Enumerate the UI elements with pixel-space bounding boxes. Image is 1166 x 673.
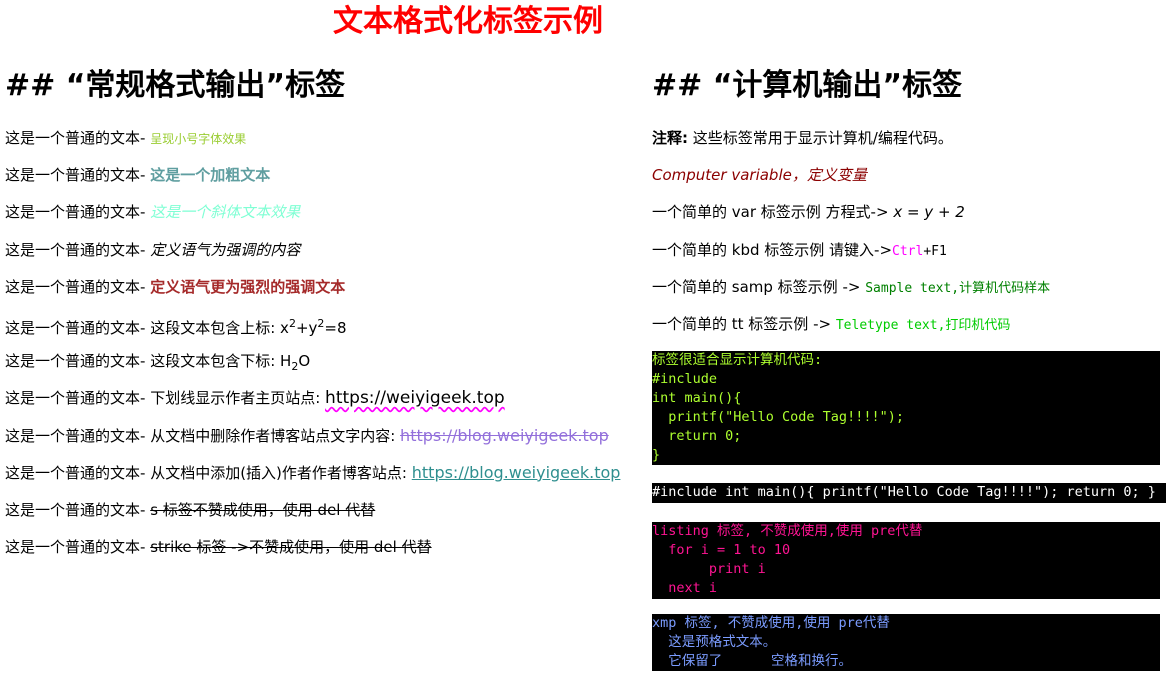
row-prefix: 这是一个普通的文本-	[5, 352, 146, 371]
row-prefix: 这是一个普通的文本-	[5, 277, 146, 296]
strike-tag-text: strike 标签 ->不赞成使用，使用 del 代替	[150, 538, 432, 557]
deleted-blog-link[interactable]: https://blog.weiyigeek.top	[400, 426, 609, 445]
italic-text-row: 这是一个普通的文本- 这是一个斜体文本效果	[5, 200, 645, 237]
var-lead: 一个简单的 var 标签示例 方程式->	[652, 203, 889, 222]
sup-2a: 2	[288, 316, 296, 330]
subscript-row: 这是一个普通的文本- 这段文本包含下标: H2O	[5, 349, 645, 386]
row-prefix: 这是一个普通的文本-	[5, 240, 146, 259]
s-tag-text: s 标签不赞成使用，使用 del 代替	[150, 500, 376, 519]
bold-text: 这是一个加粗文本	[150, 166, 271, 185]
computer-output-section: ## “计算机输出”标签 注释: 这些标签常用于显示计算机/编程代码。 Comp…	[652, 64, 1166, 672]
kbd-lead: 一个简单的 kbd 标签示例 请键入->	[652, 240, 893, 259]
computer-output-heading: ## “计算机输出”标签	[652, 68, 963, 103]
computer-variable-row: Computer variable，定义变量	[652, 163, 1160, 200]
inserted-blog-link[interactable]: https://blog.weiyigeek.top	[412, 463, 621, 482]
row-prefix: 这是一个普通的文本-	[5, 500, 146, 519]
samp-lead: 一个简单的 samp 标签示例 ->	[652, 277, 861, 296]
subscript-lead: 这段文本包含下标:	[150, 352, 276, 371]
strong-text-row: 这是一个普通的文本- 定义语气更为强烈的强调文本	[5, 275, 645, 312]
note-text: 这些标签常用于显示计算机/编程代码。	[692, 129, 953, 147]
samp-text: Sample text,计算机代码样本	[865, 280, 1051, 296]
row-prefix: 这是一个普通的文本-	[5, 538, 146, 557]
row-prefix: 这是一个普通的文本-	[5, 318, 146, 337]
s-tag-row: 这是一个普通的文本- s 标签不赞成使用，使用 del 代替	[5, 498, 645, 535]
inserted-lead: 从文档中添加(插入)作者作者博客站点:	[150, 463, 407, 482]
regular-format-heading: ## “常规格式输出”标签	[5, 68, 346, 103]
page-title: 文本格式化标签示例	[333, 4, 603, 39]
small-text: 呈现小号字体效果	[150, 132, 247, 146]
deleted-row: 这是一个普通的文本- 从文档中删除作者博客站点文字内容: https://blo…	[5, 424, 645, 461]
underline-lead: 下划线显示作者主页站点:	[150, 389, 321, 408]
inline-code-block: #include int main(){ printf("Hello Code …	[652, 483, 1166, 504]
tt-lead: 一个简单的 tt 标签示例 ->	[652, 314, 832, 333]
sup-x: x	[280, 318, 289, 337]
var-row: 一个简单的 var 标签示例 方程式-> x = y + 2	[652, 200, 1160, 237]
kbd-plus: +F1	[923, 243, 947, 259]
sup-tail: =8	[324, 318, 347, 337]
row-prefix: 这是一个普通的文本-	[5, 166, 146, 185]
kbd-ctrl: Ctrl	[892, 243, 924, 259]
note-label: 注释:	[652, 129, 688, 147]
pre-code-block: 标签很适合显示计算机代码: #include int main(){ print…	[652, 351, 1160, 466]
deleted-lead: 从文档中删除作者博客站点文字内容:	[150, 426, 396, 445]
computer-variable-text: Computer variable，定义变量	[652, 166, 867, 185]
listing-code-block: listing 标签, 不赞成使用,使用 pre代替 for i = 1 to …	[652, 522, 1160, 600]
tt-row: 一个简单的 tt 标签示例 -> Teletype text,打印机代码	[652, 312, 1160, 349]
italic-text: 这是一个斜体文本效果	[150, 203, 301, 222]
superscript-row: 这是一个普通的文本- 这段文本包含上标: x2+y2=8	[5, 312, 645, 349]
superscript-lead: 这段文本包含上标:	[150, 318, 276, 337]
row-prefix: 这是一个普通的文本-	[5, 203, 146, 222]
row-prefix: 这是一个普通的文本-	[5, 389, 146, 408]
row-prefix: 这是一个普通的文本-	[5, 129, 146, 147]
kbd-row: 一个简单的 kbd 标签示例 请键入->Ctrl+F1	[652, 238, 1160, 275]
var-equation: x = y + 2	[893, 203, 965, 222]
row-prefix: 这是一个普通的文本-	[5, 426, 146, 445]
sub-o: O	[298, 352, 311, 371]
regular-format-section: ## “常规格式输出”标签 这是一个普通的文本- 呈现小号字体效果 这是一个普通…	[5, 64, 645, 572]
sub-h: H	[280, 352, 292, 371]
bold-text-row: 这是一个普通的文本- 这是一个加粗文本	[5, 163, 645, 200]
samp-row: 一个简单的 samp 标签示例 -> Sample text,计算机代码样本	[652, 275, 1160, 312]
small-text-row: 这是一个普通的文本- 呈现小号字体效果	[5, 126, 645, 163]
xmp-code-block: xmp 标签, 不赞成使用,使用 pre代替 这是预格式文本。 它保留了 空格和…	[652, 614, 1160, 672]
inserted-row: 这是一个普通的文本- 从文档中添加(插入)作者作者博客站点: https://b…	[5, 461, 645, 498]
em-text-row: 这是一个普通的文本- 定义语气为强调的内容	[5, 238, 645, 275]
homepage-link[interactable]: https://weiyigeek.top	[325, 388, 505, 408]
underline-row: 这是一个普通的文本- 下划线显示作者主页站点: https://weiyigee…	[5, 386, 645, 423]
strong-text: 定义语气更为强烈的强调文本	[150, 277, 346, 296]
row-prefix: 这是一个普通的文本-	[5, 463, 146, 482]
strike-tag-row: 这是一个普通的文本- strike 标签 ->不赞成使用，使用 del 代替	[5, 535, 645, 572]
note-row: 注释: 这些标签常用于显示计算机/编程代码。	[652, 126, 1160, 163]
sup-plus: +y	[295, 318, 318, 337]
em-text: 定义语气为强调的内容	[150, 240, 301, 259]
tt-text: Teletype text,打印机代码	[835, 317, 1011, 333]
